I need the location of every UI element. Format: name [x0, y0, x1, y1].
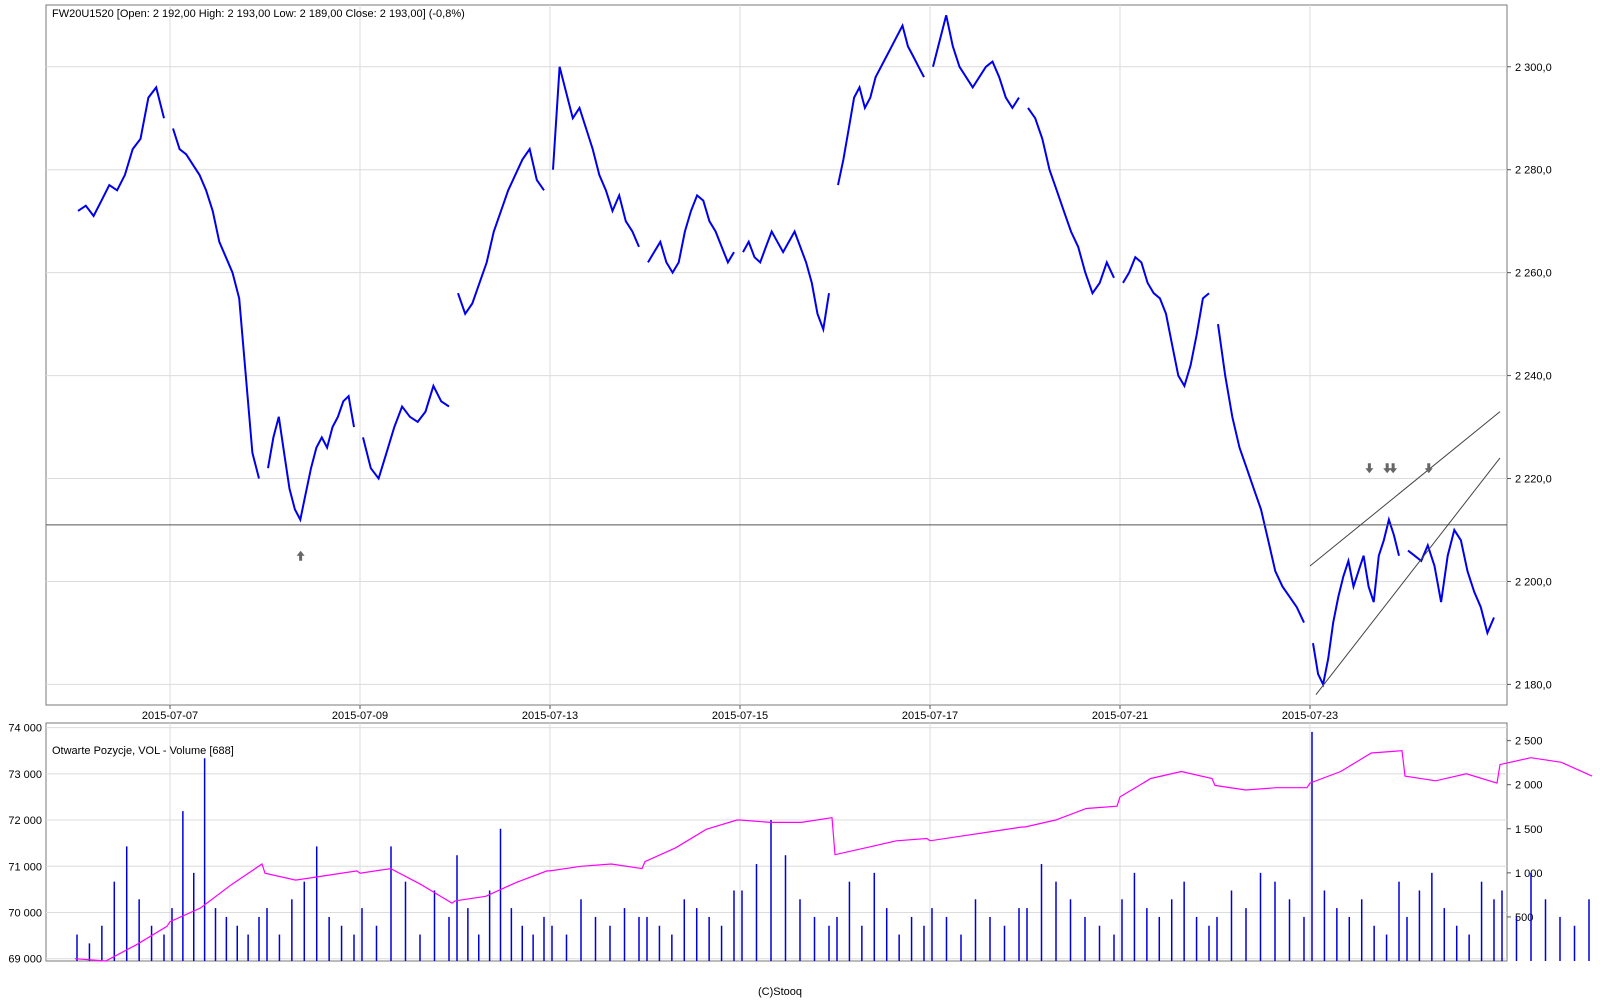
volume-y-tick-label: 2 000 — [1515, 780, 1543, 792]
price-plot-frame — [45, 4, 1508, 706]
open-interest-y-tick-label: 73 000 — [8, 769, 42, 781]
price-x-tick-label: 2015-07-17 — [902, 710, 958, 722]
price-x-tick-label: 2015-07-15 — [712, 710, 768, 722]
open-interest-y-tick-label: 70 000 — [8, 907, 42, 919]
volume-panel: 69 00070 00071 00072 00073 00074 0005001… — [8, 722, 1593, 966]
price-panel-title: FW20U1520 [Open: 2 192,00 High: 2 193,00… — [52, 8, 465, 20]
price-y-tick-label: 2 280,0 — [1515, 165, 1552, 177]
price-y-tick-label: 2 300,0 — [1515, 62, 1552, 74]
price-x-tick-label: 2015-07-13 — [522, 710, 578, 722]
price-y-tick-label: 2 240,0 — [1515, 371, 1552, 383]
open-interest-y-tick-label: 69 000 — [8, 954, 42, 966]
price-y-tick-label: 2 220,0 — [1515, 474, 1552, 486]
price-x-tick-label: 2015-07-09 — [332, 710, 388, 722]
open-interest-y-tick-label: 72 000 — [8, 815, 42, 827]
open-interest-y-tick-label: 74 000 — [8, 723, 42, 735]
price-x-tick-label: 2015-07-07 — [142, 710, 198, 722]
copyright-label: (C)Stooq — [758, 986, 802, 998]
volume-y-tick-label: 1 500 — [1515, 824, 1543, 836]
price-x-tick-label: 2015-07-21 — [1092, 710, 1148, 722]
stooq-chart: 2 180,0 2 200,0 2 220,0 2 240,0 2 260,0 2 280… — [0, 0, 1600, 1000]
open-interest-y-tick-label: 71 000 — [8, 861, 42, 873]
price-y-tick-label: 2 200,0 — [1515, 576, 1552, 588]
volume-y-tick-label: 2 500 — [1515, 736, 1543, 748]
volume-plot-frame — [45, 722, 1508, 962]
price-y-tick-label: 2 260,0 — [1515, 268, 1552, 280]
volume-y-tick-label: 1 000 — [1515, 868, 1543, 880]
price-y-tick-label: 2 180,0 — [1515, 679, 1552, 691]
chart-window: 2 180,0 2 200,0 2 220,0 2 240,0 2 260,0 2 280… — [0, 0, 1600, 1000]
price-x-tick-label: 2015-07-23 — [1282, 710, 1338, 722]
volume-panel-title: Otwarte Pozycje, VOL - Volume [688] — [52, 745, 234, 757]
price-panel: 2 180,0 2 200,0 2 220,0 2 240,0 2 260,0 2 280… — [45, 4, 1552, 722]
